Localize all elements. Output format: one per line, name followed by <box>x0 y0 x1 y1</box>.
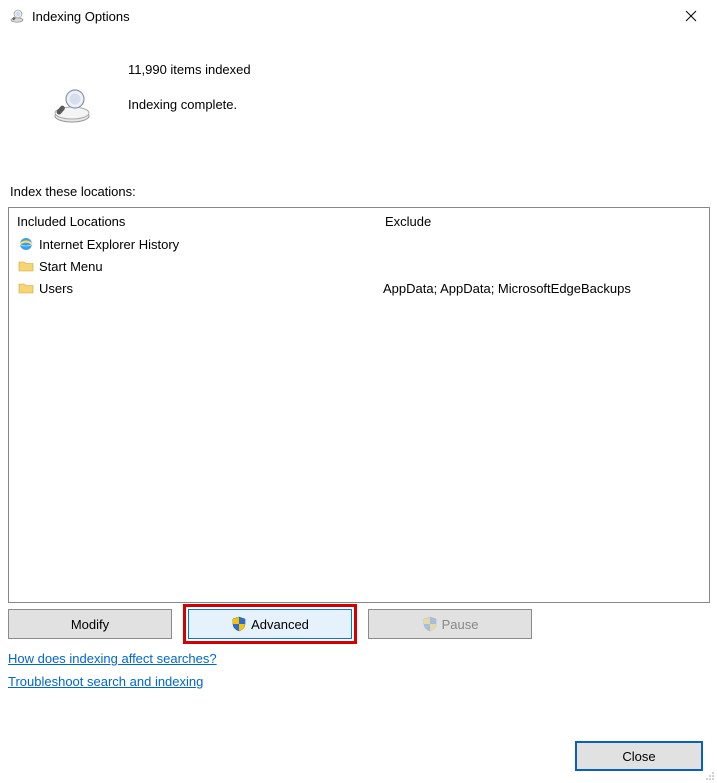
advanced-button[interactable]: Advanced <box>188 609 352 639</box>
button-label: Modify <box>71 617 109 632</box>
indexing-options-icon <box>8 7 26 25</box>
close-button[interactable]: Close <box>575 741 703 771</box>
magnifier-drive-icon <box>46 86 98 124</box>
row-label: Start Menu <box>39 259 383 274</box>
ie-icon <box>17 235 35 253</box>
col-header-exclude: Exclude <box>385 214 701 229</box>
folder-icon <box>17 257 35 275</box>
row-exclude: AppData; AppData; MicrosoftEdgeBackups <box>383 281 701 296</box>
items-indexed-text: 11,990 items indexed <box>128 62 251 77</box>
list-item[interactable]: Users AppData; AppData; MicrosoftEdgeBac… <box>17 277 701 299</box>
indexing-state-text: Indexing complete. <box>128 97 251 112</box>
modify-button[interactable]: Modify <box>8 609 172 639</box>
button-label: Advanced <box>251 617 309 632</box>
list-item[interactable]: Internet Explorer History <box>17 233 701 255</box>
button-label: Close <box>622 749 655 764</box>
titlebar: Indexing Options <box>0 0 717 32</box>
locations-rows: Internet Explorer History Start Menu <box>9 233 709 299</box>
row-label: Internet Explorer History <box>39 237 383 252</box>
how-indexing-link[interactable]: How does indexing affect searches? <box>8 651 217 666</box>
footer: Close <box>575 741 703 771</box>
resize-grip[interactable] <box>705 771 715 781</box>
window-title: Indexing Options <box>32 9 675 24</box>
status-area: 11,990 items indexed Indexing complete. <box>8 62 709 124</box>
button-label: Pause <box>442 617 479 632</box>
folder-icon <box>17 279 35 297</box>
close-icon[interactable] <box>675 4 707 28</box>
pause-button: Pause <box>368 609 532 639</box>
troubleshoot-link[interactable]: Troubleshoot search and indexing <box>8 674 203 689</box>
row-label: Users <box>39 281 383 296</box>
col-header-included: Included Locations <box>17 214 385 229</box>
shield-icon <box>422 616 438 632</box>
locations-listbox[interactable]: Included Locations Exclude Internet Expl… <box>8 207 710 603</box>
shield-icon <box>231 616 247 632</box>
locations-header: Included Locations Exclude <box>9 208 709 233</box>
index-locations-label: Index these locations: <box>10 184 709 199</box>
button-row: Modify Advanced <box>8 607 709 647</box>
list-item[interactable]: Start Menu <box>17 255 701 277</box>
